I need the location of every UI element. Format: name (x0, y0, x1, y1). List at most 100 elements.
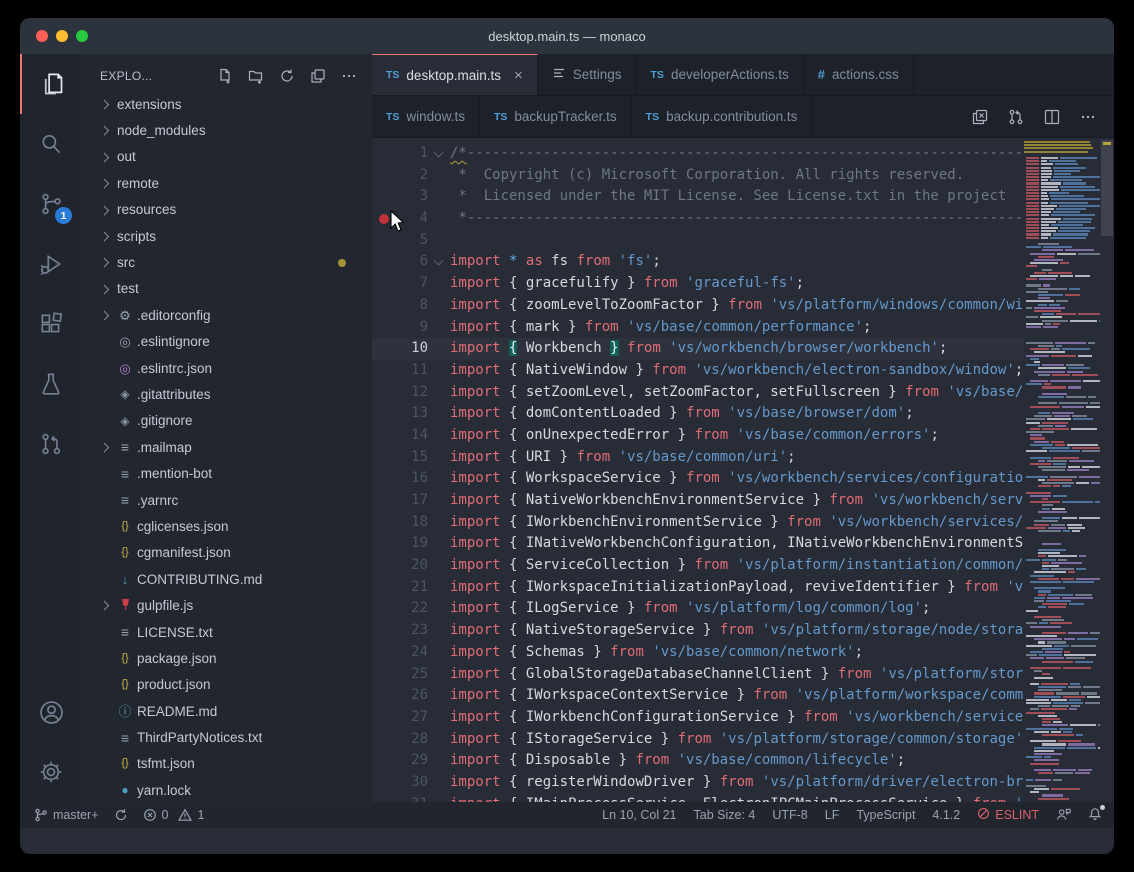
line-number[interactable]: 14 (372, 425, 428, 447)
status-eol[interactable]: LF (825, 808, 840, 822)
line-number[interactable]: 6 (372, 251, 428, 273)
code-line-18[interactable]: 18import { IWorkbenchEnvironmentService … (372, 512, 1024, 534)
activity-bar-item-testing[interactable] (20, 354, 82, 414)
code-line-12[interactable]: 12import { setZoomLevel, setZoomFactor, … (372, 382, 1024, 404)
tab-developeractions-ts[interactable]: TSdeveloperActions.ts (637, 54, 804, 95)
tree-file-mailmap[interactable]: ≡.mailmap (82, 434, 372, 460)
code-line-7[interactable]: 7import { gracefulify } from 'graceful-f… (372, 273, 1024, 295)
tree-file-license-txt[interactable]: ≡LICENSE.txt (82, 619, 372, 645)
scrollbar-slider[interactable] (1101, 140, 1113, 236)
problems-item[interactable]: 0 1 (143, 808, 205, 822)
code-line-27[interactable]: 27import { IWorkbenchConfigurationServic… (372, 707, 1024, 729)
editor-scrollbar[interactable] (1100, 138, 1114, 802)
tree-file-cgmanifest-json[interactable]: {}cgmanifest.json (82, 540, 372, 566)
tree-file-yarnrc[interactable]: ≡.yarnrc (82, 487, 372, 513)
code-line-16[interactable]: 16import { WorkspaceService } from 'vs/w… (372, 468, 1024, 490)
line-number[interactable]: 11 (372, 360, 428, 382)
code-line-10[interactable]: 10import { Workbench } from 'vs/workbenc… (372, 338, 1024, 360)
tree-file-product-json[interactable]: {}product.json (82, 672, 372, 698)
code-line-13[interactable]: 13import { domContentLoaded } from 'vs/b… (372, 403, 1024, 425)
open-changes-button[interactable] (970, 107, 990, 127)
line-number[interactable]: 21 (372, 577, 428, 599)
line-number[interactable]: 1 (372, 143, 428, 165)
activity-bar-item-settings[interactable] (20, 742, 82, 802)
code-line-15[interactable]: 15import { URI } from 'vs/base/common/ur… (372, 447, 1024, 469)
tree-file-package-json[interactable]: {}package.json (82, 645, 372, 671)
activity-bar-item-run-debug[interactable] (20, 234, 82, 294)
status-feedback[interactable] (1056, 807, 1071, 824)
tab-desktop-main-ts[interactable]: TSdesktop.main.ts× (372, 54, 538, 95)
more-actions-button[interactable] (340, 67, 358, 85)
code-line-8[interactable]: 8import { zoomLevelToZoomFactor } from '… (372, 295, 1024, 317)
tree-file-readme-md[interactable]: ⓘREADME.md (82, 698, 372, 724)
line-number[interactable]: 22 (372, 598, 428, 620)
code-line-2[interactable]: 2 * Copyright (c) Microsoft Corporation.… (372, 165, 1024, 187)
tree-folder-node-modules[interactable]: node_modules (82, 117, 372, 143)
tree-folder-remote[interactable]: remote (82, 170, 372, 196)
status-indentation[interactable]: Tab Size: 4 (694, 808, 756, 822)
minimap[interactable] (1024, 138, 1100, 802)
code-line-31[interactable]: 31import { IMainProcessService, Electron… (372, 794, 1024, 802)
code-line-3[interactable]: 3 * Licensed under the MIT License. See … (372, 186, 1024, 208)
tab-backuptracker-ts[interactable]: TSbackupTracker.ts (480, 96, 632, 137)
code-area[interactable]: 1/*-------------------------------------… (372, 138, 1024, 802)
status-eslint-status[interactable]: ESLINT (977, 807, 1039, 823)
line-number[interactable]: 10 (372, 338, 428, 360)
status-notifications[interactable] (1088, 807, 1102, 824)
tree-folder-extensions[interactable]: extensions (82, 91, 372, 117)
code-line-22[interactable]: 22import { ILogService } from 'vs/platfo… (372, 598, 1024, 620)
tab-window-ts[interactable]: TSwindow.ts (372, 96, 480, 137)
code-line-28[interactable]: 28import { IStorageService } from 'vs/pl… (372, 729, 1024, 751)
code-line-6[interactable]: 6import * as fs from 'fs'; (372, 251, 1024, 273)
line-number[interactable]: 23 (372, 620, 428, 642)
tree-file-eslintignore[interactable]: ◎.eslintignore (82, 329, 372, 355)
split-editor-button[interactable] (1042, 107, 1062, 127)
tree-folder-out[interactable]: out (82, 144, 372, 170)
code-line-11[interactable]: 11import { NativeWindow } from 'vs/workb… (372, 360, 1024, 382)
tree-file-cglicenses-json[interactable]: {}cglicenses.json (82, 513, 372, 539)
status-encoding[interactable]: UTF-8 (772, 808, 807, 822)
tree-folder-src[interactable]: src (82, 249, 372, 275)
code-line-9[interactable]: 9import { mark } from 'vs/base/common/pe… (372, 317, 1024, 339)
fold-chevron[interactable] (428, 143, 450, 165)
line-number[interactable]: 13 (372, 403, 428, 425)
activity-bar-item-accounts[interactable] (20, 682, 82, 742)
tree-file-eslintrc-json[interactable]: ◎.eslintrc.json (82, 355, 372, 381)
code-line-1[interactable]: 1/*-------------------------------------… (372, 143, 1024, 165)
code-line-26[interactable]: 26import { IWorkspaceContextService } fr… (372, 685, 1024, 707)
status-language-mode[interactable]: TypeScript (856, 808, 915, 822)
tab-actions-css[interactable]: #actions.css (804, 54, 914, 95)
code-line-19[interactable]: 19import { INativeWorkbenchConfiguration… (372, 533, 1024, 555)
tab-settings[interactable]: Settings (538, 54, 637, 95)
collapse-folders-button[interactable] (309, 67, 327, 85)
tab-backup-contribution-ts[interactable]: TSbackup.contribution.ts (632, 96, 813, 137)
line-number[interactable]: 18 (372, 512, 428, 534)
activity-bar-item-extensions[interactable] (20, 294, 82, 354)
line-number[interactable]: 8 (372, 295, 428, 317)
git-compare-button[interactable] (1006, 107, 1026, 127)
activity-bar-item-github-pr[interactable] (20, 414, 82, 474)
close-tab-icon[interactable]: × (514, 67, 523, 84)
code-line-5[interactable]: 5 (372, 230, 1024, 252)
activity-bar-item-source-control[interactable]: 1 (20, 174, 82, 234)
line-number[interactable]: 29 (372, 750, 428, 772)
code-line-29[interactable]: 29import { Disposable } from 'vs/base/co… (372, 750, 1024, 772)
code-editor[interactable]: 1/*-------------------------------------… (372, 138, 1114, 802)
new-file-button[interactable] (216, 67, 234, 85)
line-number[interactable]: 24 (372, 642, 428, 664)
status-cursor-position[interactable]: Ln 10, Col 21 (602, 808, 676, 822)
code-line-4[interactable]: 4 *-------------------------------------… (372, 208, 1024, 230)
tree-file-yarn-lock[interactable]: ●yarn.lock (82, 777, 372, 802)
tree-file-editorconfig[interactable]: ⚙.editorconfig (82, 302, 372, 328)
line-number[interactable]: 3 (372, 186, 428, 208)
tree-folder-test[interactable]: test (82, 276, 372, 302)
line-number[interactable]: 15 (372, 447, 428, 469)
activity-bar-item-explorer[interactable] (20, 54, 82, 114)
tree-file-thirdpartynotices-txt[interactable]: ≡ThirdPartyNotices.txt (82, 724, 372, 750)
line-number[interactable]: 27 (372, 707, 428, 729)
code-line-23[interactable]: 23import { NativeStorageService } from '… (372, 620, 1024, 642)
line-number[interactable]: 25 (372, 664, 428, 686)
code-line-25[interactable]: 25import { GlobalStorageDatabaseChannelC… (372, 664, 1024, 686)
tree-file-gitignore[interactable]: ◈.gitignore (82, 408, 372, 434)
line-number[interactable]: 19 (372, 533, 428, 555)
